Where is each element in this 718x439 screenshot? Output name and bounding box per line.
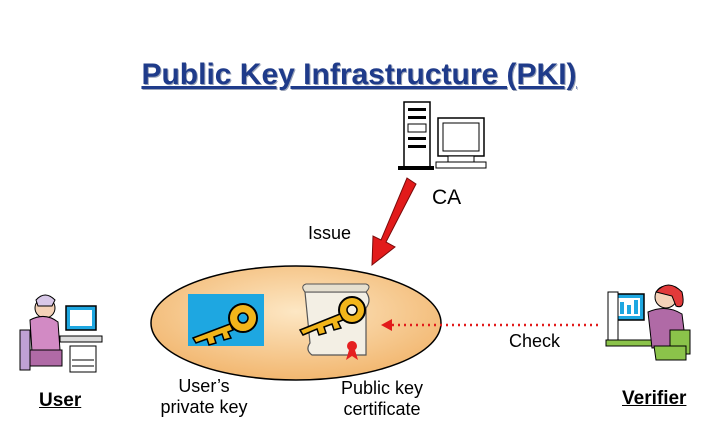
private-key-icon — [188, 294, 264, 346]
verifier-at-computer-icon — [605, 284, 691, 361]
server-computer-icon — [398, 101, 487, 170]
public-cert-caption-line1: Public key — [340, 378, 424, 398]
pki-diagram — [19, 101, 691, 381]
verifier-label: Verifier — [622, 388, 687, 409]
ca-label: CA — [432, 186, 462, 209]
user-at-computer-icon — [19, 294, 103, 373]
check-label: Check — [509, 331, 561, 351]
public-cert-caption: Public key certificate — [322, 378, 442, 420]
issue-label: Issue — [308, 223, 352, 243]
certificate-key-icon — [298, 283, 370, 360]
public-cert-caption-line2: certificate — [343, 399, 421, 419]
user-label: User — [39, 390, 82, 411]
private-key-caption: User’s private key — [146, 376, 262, 418]
private-key-caption-line2: private key — [160, 397, 248, 417]
issue-arrow — [371, 177, 417, 267]
private-key-caption-line1: User’s — [178, 376, 230, 396]
